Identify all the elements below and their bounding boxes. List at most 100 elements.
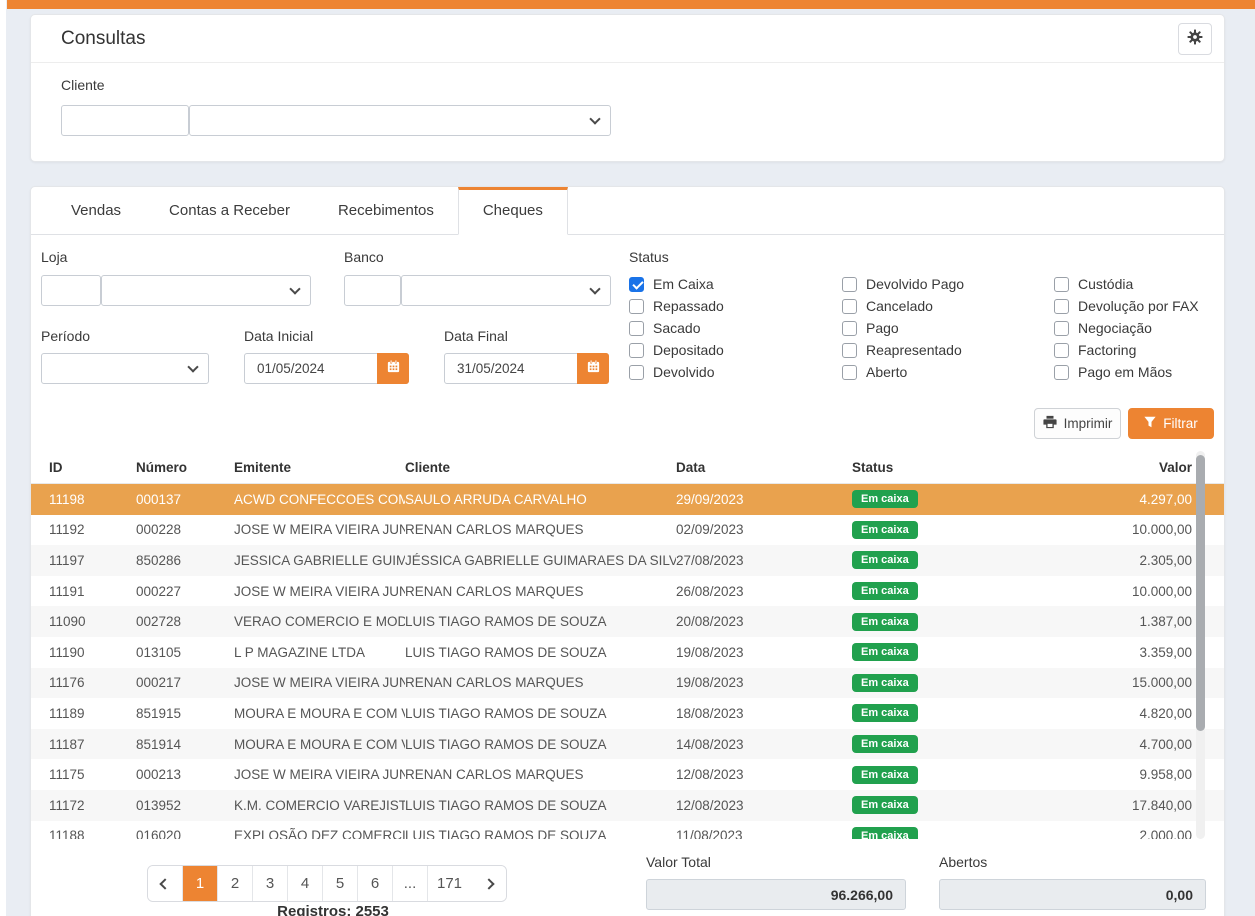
cell-data: 29/09/2023	[676, 492, 852, 507]
column-header-id[interactable]: ID	[49, 460, 136, 475]
pagination-page-button[interactable]: 1	[183, 866, 218, 901]
table-row[interactable]: 11198 000137 ACWD CONFECCOES COMER… SAUL…	[31, 484, 1224, 515]
table-row[interactable]: 11191 000227 JOSE W MEIRA VIEIRA JUNIOR …	[31, 576, 1224, 607]
status-checkbox[interactable]: Custódia	[1054, 273, 1255, 295]
table-row[interactable]: 11187 851914 MOURA E MOURA E COM VA… LUI…	[31, 729, 1224, 760]
banco-code-input[interactable]	[344, 275, 401, 306]
cell-data: 12/08/2023	[676, 767, 852, 782]
results-card: Vendas Contas a Receber Recebimentos Che…	[30, 186, 1225, 916]
column-header-data[interactable]: Data	[676, 460, 852, 475]
pagination-page-button[interactable]: 3	[253, 866, 288, 901]
tab-vendas[interactable]: Vendas	[47, 187, 145, 234]
cell-valor: 2.000,00	[1028, 828, 1192, 839]
checkbox-icon	[629, 365, 644, 380]
table-row[interactable]: 11188 016020 EXPLOSÃO DEZ COMERCIO… LUIS…	[31, 821, 1224, 839]
status-checkbox-label: Em Caixa	[653, 276, 714, 292]
loja-select[interactable]	[101, 275, 311, 306]
table-row[interactable]: 11175 000213 JOSE W MEIRA VIEIRA JUNIOR …	[31, 759, 1224, 790]
table-row[interactable]: 11090 002728 VERAO COMERCIO E MODAS… LUI…	[31, 606, 1224, 637]
pagination-page-button[interactable]: 171	[428, 866, 471, 901]
table-row[interactable]: 11197 850286 JESSICA GABRIELLE GUIMA… JÉ…	[31, 545, 1224, 576]
cell-data: 19/08/2023	[676, 675, 852, 690]
cell-numero: 000217	[136, 675, 234, 690]
table-header: ID Número Emitente Cliente Data Status V…	[31, 451, 1224, 484]
table-scrollbar-track[interactable]	[1196, 451, 1205, 839]
data-inicial-calendar-button[interactable]	[377, 353, 409, 384]
checkbox-icon	[629, 299, 644, 314]
status-checkbox[interactable]: Negociação	[1054, 317, 1255, 339]
cell-status: Em caixa	[852, 551, 1028, 569]
cell-id: 11090	[49, 614, 136, 629]
table-row[interactable]: 11192 000228 JOSE W MEIRA VIEIRA JUNIOR …	[31, 515, 1224, 546]
table-row[interactable]: 11176 000217 JOSE W MEIRA VIEIRA JUNIOR …	[31, 668, 1224, 699]
page-title: Consultas	[61, 28, 146, 50]
pagination-page-button[interactable]: ...	[393, 866, 428, 901]
checkbox-icon	[1054, 365, 1069, 380]
pagination-page-button[interactable]: 5	[323, 866, 358, 901]
status-checkbox[interactable]: Cancelado	[842, 295, 1052, 317]
status-badge: Em caixa	[852, 613, 918, 631]
checkbox-icon	[842, 277, 857, 292]
pagination-next-button[interactable]	[471, 866, 506, 901]
column-header-numero[interactable]: Número	[136, 460, 234, 475]
status-checkbox[interactable]: Factoring	[1054, 339, 1255, 361]
cell-emitente: EXPLOSÃO DEZ COMERCIO…	[234, 828, 405, 839]
imprimir-button[interactable]: Imprimir	[1034, 408, 1121, 439]
banco-select[interactable]	[401, 275, 611, 306]
status-checkbox[interactable]: Pago em Mãos	[1054, 361, 1255, 383]
registros-count: Registros: 2553	[147, 903, 519, 916]
settings-button[interactable]	[1178, 23, 1212, 55]
status-checkbox[interactable]: Devolução por FAX	[1054, 295, 1255, 317]
table-row[interactable]: 11190 013105 L P MAGAZINE LTDA LUIS TIAG…	[31, 637, 1224, 668]
status-checkbox[interactable]: Aberto	[842, 361, 1052, 383]
status-checkbox[interactable]: Depositado	[629, 339, 839, 361]
tab-contas-a-receber[interactable]: Contas a Receber	[145, 187, 314, 234]
status-checkbox[interactable]: Reapresentado	[842, 339, 1052, 361]
status-checkbox[interactable]: Sacado	[629, 317, 839, 339]
tab-cheques[interactable]: Cheques	[458, 187, 568, 235]
cell-valor: 2.305,00	[1028, 553, 1192, 568]
cell-id: 11187	[49, 737, 136, 752]
loja-code-input[interactable]	[41, 275, 101, 306]
cell-id: 11175	[49, 767, 136, 782]
pagination-page-button[interactable]: 6	[358, 866, 393, 901]
column-header-emitente[interactable]: Emitente	[234, 460, 405, 475]
data-final-calendar-button[interactable]	[577, 353, 609, 384]
cell-numero: 000227	[136, 584, 234, 599]
status-checkbox[interactable]: Repassado	[629, 295, 839, 317]
pagination-page-button[interactable]: 4	[288, 866, 323, 901]
cell-valor: 4.700,00	[1028, 737, 1192, 752]
table-row[interactable]: 11172 013952 K.M. COMERCIO VAREJISTA … L…	[31, 790, 1224, 821]
checkbox-icon	[842, 321, 857, 336]
status-checkbox-label: Devolvido	[653, 364, 714, 380]
table-row[interactable]: 11189 851915 MOURA E MOURA E COM VA… LUI…	[31, 698, 1224, 729]
cell-data: 11/08/2023	[676, 828, 852, 839]
cell-cliente: LUIS TIAGO RAMOS DE SOUZA	[405, 706, 676, 721]
column-header-valor[interactable]: Valor	[1028, 460, 1192, 475]
cell-status: Em caixa	[852, 674, 1028, 692]
periodo-select[interactable]	[41, 353, 209, 384]
cell-id: 11172	[49, 798, 136, 813]
tab-recebimentos[interactable]: Recebimentos	[314, 187, 458, 234]
status-checkbox-label: Devolvido Pago	[866, 276, 964, 292]
pagination-prev-button[interactable]	[148, 866, 183, 901]
status-checkbox[interactable]: Pago	[842, 317, 1052, 339]
cliente-select[interactable]	[189, 105, 611, 136]
cell-emitente: JOSE W MEIRA VIEIRA JUNIOR	[234, 675, 405, 690]
column-header-status[interactable]: Status	[852, 460, 1028, 475]
status-checkbox[interactable]: Em Caixa	[629, 273, 839, 295]
status-badge: Em caixa	[852, 551, 918, 569]
status-checkbox[interactable]: Devolvido	[629, 361, 839, 383]
cell-numero: 013105	[136, 645, 234, 660]
filtrar-button[interactable]: Filtrar	[1128, 408, 1214, 439]
status-checkbox-label: Custódia	[1078, 276, 1133, 292]
cliente-code-input[interactable]	[61, 105, 189, 136]
table-scrollbar-thumb[interactable]	[1196, 455, 1205, 731]
status-checkbox[interactable]: Devolvido Pago	[842, 273, 1052, 295]
pagination-page-button[interactable]: 2	[218, 866, 253, 901]
status-badge: Em caixa	[852, 490, 918, 508]
cell-status: Em caixa	[852, 704, 1028, 722]
status-checkbox-label: Depositado	[653, 342, 724, 358]
cell-emitente: JOSE W MEIRA VIEIRA JUNIOR	[234, 522, 405, 537]
column-header-cliente[interactable]: Cliente	[405, 460, 676, 475]
